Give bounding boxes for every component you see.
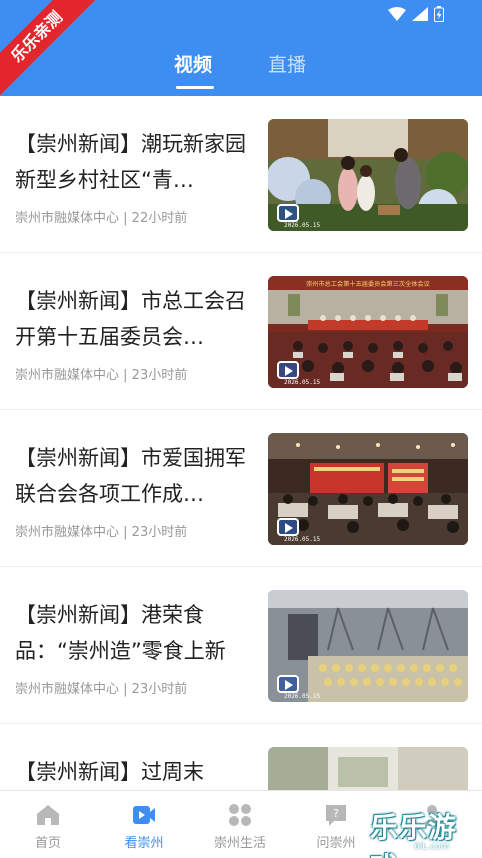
nav-label: 崇州生活 — [213, 836, 266, 851]
nav-home[interactable]: 首页 — [0, 791, 96, 858]
news-thumbnail[interactable]: 2026.05.15 — [268, 433, 468, 545]
meta-separator: | — [119, 211, 132, 226]
news-time: 23小时前 — [131, 682, 188, 697]
news-source: 崇州市融媒体中心 — [15, 682, 120, 697]
news-item-5[interactable]: 【崇州新闻】过周末 — [0, 724, 482, 790]
meta-separator: | — [119, 682, 132, 697]
news-time: 23小时前 — [131, 368, 188, 383]
nav-label: 首页 — [34, 836, 61, 851]
tab-live[interactable]: 直播 — [268, 50, 306, 77]
tab-video[interactable]: 视频 — [174, 50, 212, 77]
play-icon — [277, 361, 299, 379]
nav-life[interactable]: 崇州生活 — [192, 791, 288, 858]
news-item-4[interactable]: 【崇州新闻】港荣食品：“崇州造”零食上新 崇州市融媒体中心 | 23小时前 20… — [0, 567, 482, 724]
news-meta: 崇州市融媒体中心 | 23小时前 — [15, 521, 187, 540]
video-play-icon — [133, 806, 155, 824]
ribbon-text: 乐乐亲测 — [0, 0, 101, 101]
news-source: 崇州市融媒体中心 — [15, 211, 120, 226]
play-icon — [277, 204, 299, 222]
news-thumbnail[interactable] — [268, 747, 468, 790]
news-title: 【崇州新闻】过周末 — [15, 760, 204, 784]
corner-ribbon: 乐乐亲测 — [0, 0, 110, 110]
news-time: 22小时前 — [131, 211, 188, 226]
signal-icon — [412, 7, 428, 21]
thumbnail-date: 2026.05.15 — [284, 536, 321, 543]
news-title: 【崇州新闻】港荣食品：“崇州造”零食上新 — [15, 603, 226, 663]
play-icon — [277, 675, 299, 693]
svg-text:?: ? — [333, 807, 339, 820]
wifi-icon — [388, 7, 406, 21]
news-item-1[interactable]: 【崇州新闻】潮玩新家园 新型乡村社区“青… 崇州市融媒体中心 | 22小时前 2… — [0, 96, 482, 253]
news-meta: 崇州市融媒体中心 | 23小时前 — [15, 678, 187, 697]
active-tab-indicator — [176, 86, 214, 89]
question-chat-icon: ? — [326, 805, 346, 826]
news-time: 23小时前 — [131, 525, 188, 540]
nav-label: 看崇州 — [124, 836, 164, 851]
thumbnail-weekend — [268, 747, 468, 790]
status-icons — [388, 6, 444, 22]
brand-watermark: 乐乐游戏 6lL.com — [366, 806, 482, 858]
nav-watch[interactable]: 看崇州 — [96, 791, 192, 858]
thumbnail-date: 2026.05.15 — [284, 222, 321, 229]
grid-icon — [229, 804, 251, 826]
news-title: 【崇州新闻】潮玩新家园 新型乡村社区“青… — [15, 132, 246, 192]
news-meta: 崇州市融媒体中心 | 23小时前 — [15, 364, 187, 383]
news-list[interactable]: 【崇州新闻】潮玩新家园 新型乡村社区“青… 崇州市融媒体中心 | 22小时前 2… — [0, 96, 482, 790]
battery-icon — [434, 6, 444, 22]
news-item-3[interactable]: 【崇州新闻】市爱国拥军联合会各项工作成… 崇州市融媒体中心 | 23小时前 20… — [0, 410, 482, 567]
news-thumbnail[interactable]: 崇州市总工会第十五届委员会第三次全体会议 2026.05.15 — [268, 276, 468, 388]
news-item-2[interactable]: 【崇州新闻】市总工会召开第十五届委员会… 崇州市融媒体中心 | 23小时前 崇州… — [0, 253, 482, 410]
thumbnail-date: 2026.05.15 — [284, 379, 321, 386]
play-icon — [277, 518, 299, 536]
news-source: 崇州市融媒体中心 — [15, 525, 120, 540]
news-title: 【崇州新闻】市总工会召开第十五届委员会… — [15, 289, 246, 349]
meta-separator: | — [119, 525, 132, 540]
news-thumbnail[interactable]: 2026.05.15 — [268, 590, 468, 702]
news-thumbnail[interactable]: 2026.05.15 — [268, 119, 468, 231]
thumbnail-date: 2026.05.15 — [284, 693, 321, 700]
news-title: 【崇州新闻】市爱国拥军联合会各项工作成… — [15, 446, 246, 506]
brand-watermark-url: 6lL.com — [414, 842, 450, 852]
news-meta: 崇州市融媒体中心 | 22小时前 — [15, 207, 187, 226]
thumbnail-banner-text: 崇州市总工会第十五届委员会第三次全体会议 — [306, 280, 431, 288]
news-source: 崇州市融媒体中心 — [15, 368, 120, 383]
home-icon — [37, 805, 59, 825]
meta-separator: | — [119, 368, 132, 383]
